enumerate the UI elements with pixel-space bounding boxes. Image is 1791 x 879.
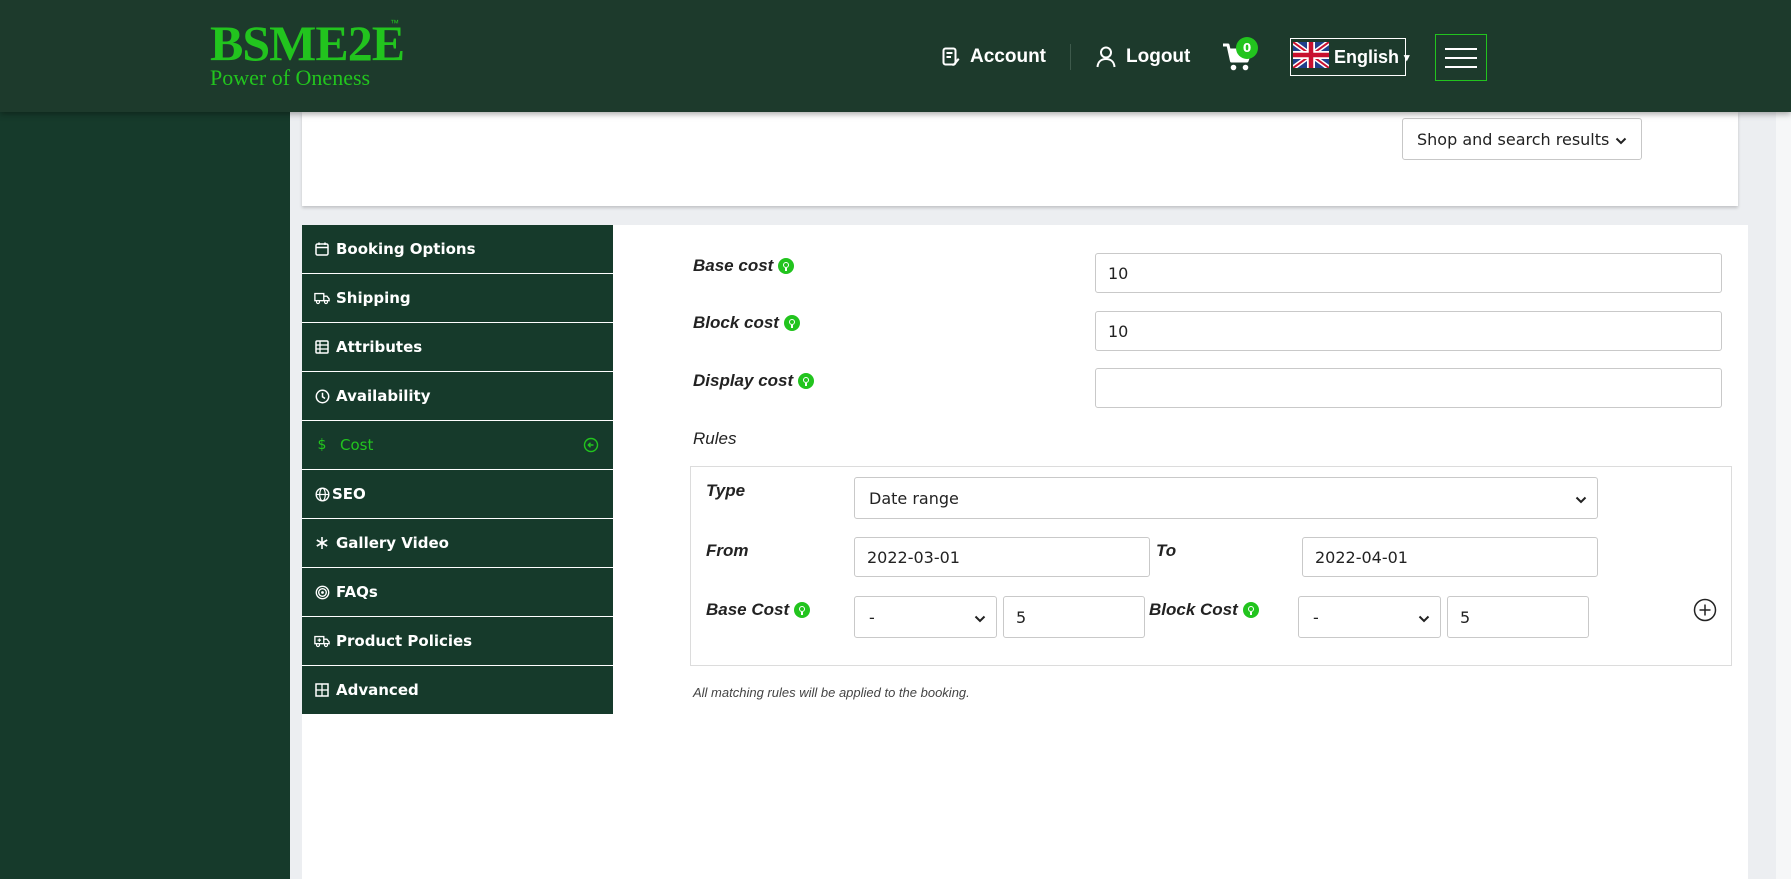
tab-label: Product Policies	[336, 632, 473, 650]
rule-to-label: To	[1156, 541, 1177, 560]
tab-label: Advanced	[336, 681, 419, 699]
arrow-circle-icon	[583, 437, 599, 457]
tab-label: Availability	[336, 387, 431, 405]
help-tip-icon[interactable]	[794, 602, 811, 618]
hamburger-menu-button[interactable]	[1435, 34, 1487, 81]
rule-block-cost-operator-value: -	[1313, 607, 1319, 627]
tab-label: Booking Options	[336, 240, 476, 258]
chevron-down-icon	[1575, 489, 1587, 508]
help-tip-icon[interactable]	[778, 258, 795, 274]
rule-to-date-input[interactable]: 2022-04-01	[1302, 537, 1598, 577]
base-cost-label-text: Base cost	[693, 256, 774, 275]
tab-faqs[interactable]: FAQs	[302, 568, 613, 617]
tab-label: FAQs	[336, 583, 378, 601]
block-cost-label: Block cost	[693, 313, 800, 333]
globe-icon	[314, 486, 330, 502]
rule-from-date-input[interactable]: 2022-03-01	[854, 537, 1150, 577]
header-divider	[1070, 44, 1071, 70]
site-header: BSME2E ™ Power of Oneness Account Logout	[0, 0, 1791, 112]
help-tip-icon[interactable]	[1242, 602, 1259, 618]
account-label: Account	[970, 46, 1046, 67]
block-cost-input[interactable]: 10	[1095, 311, 1722, 351]
tab-seo[interactable]: SEO	[302, 470, 613, 519]
caret-down-icon: ▾	[1404, 51, 1410, 64]
visibility-select[interactable]: Shop and search results	[1402, 118, 1642, 160]
tab-label: Attributes	[336, 338, 423, 356]
dollar-icon: $	[317, 437, 327, 453]
logout-label: Logout	[1126, 46, 1191, 67]
chevron-down-icon	[1418, 608, 1430, 627]
chevron-down-icon	[974, 608, 986, 627]
visibility-select-value: Shop and search results	[1417, 129, 1610, 149]
logo-trademark: ™	[390, 18, 399, 28]
truck-icon	[314, 290, 330, 306]
uk-flag-icon	[1291, 39, 1331, 73]
rule-block-cost-input[interactable]: 5	[1447, 596, 1589, 638]
rule-block-cost-label: Block Cost	[1149, 600, 1259, 620]
site-logo[interactable]: BSME2E ™ Power of Oneness	[210, 18, 410, 98]
menu-line	[1445, 65, 1477, 68]
rules-heading: Rules	[693, 429, 737, 448]
rule-base-cost-operator-value: -	[869, 607, 875, 627]
ambulance-icon	[314, 633, 330, 649]
rule-type-select[interactable]: Date range	[854, 477, 1598, 519]
tab-shipping[interactable]: Shipping	[302, 274, 613, 323]
rule-from-label: From	[706, 541, 749, 560]
product-data-tabs: Booking Options Shipping Attributes Avai…	[302, 225, 613, 715]
rule-block-cost-label-text: Block Cost	[1149, 600, 1238, 619]
base-cost-label: Base cost	[693, 256, 795, 276]
base-cost-input[interactable]: 10	[1095, 253, 1722, 293]
cart-count-badge: 0	[1236, 37, 1258, 59]
logout-link[interactable]: Logout	[1096, 32, 1190, 82]
rule-base-cost-input[interactable]: 5	[1003, 596, 1145, 638]
target-icon	[314, 584, 330, 600]
rule-type-label: Type	[706, 481, 746, 500]
plus-circle-icon	[1693, 598, 1717, 626]
grid-icon	[314, 682, 330, 698]
tab-product-policies[interactable]: Product Policies	[302, 617, 613, 666]
rule-base-cost-label: Base Cost	[706, 600, 811, 620]
tab-label: Cost	[340, 436, 374, 454]
add-rule-button[interactable]	[1693, 598, 1717, 626]
tab-availability[interactable]: Availability	[302, 372, 613, 421]
clock-icon	[314, 388, 330, 404]
tab-label: Gallery Video	[336, 534, 449, 552]
language-selector[interactable]: English ▾	[1290, 38, 1410, 76]
tab-booking-options[interactable]: Booking Options	[302, 225, 613, 274]
tab-label: Shipping	[336, 289, 411, 307]
block-cost-label-text: Block cost	[693, 313, 779, 332]
document-edit-icon	[942, 47, 960, 67]
menu-line	[1445, 56, 1477, 59]
account-link[interactable]: Account	[942, 32, 1046, 82]
display-cost-input[interactable]	[1095, 368, 1722, 408]
tab-advanced[interactable]: Advanced	[302, 666, 613, 715]
user-icon	[1096, 46, 1116, 68]
display-cost-label-text: Display cost	[693, 371, 794, 390]
logo-wordmark: BSME2E	[210, 15, 405, 71]
tab-cost[interactable]: $ Cost	[302, 421, 613, 470]
left-background	[0, 0, 290, 879]
rule-base-cost-operator-select[interactable]: -	[854, 596, 997, 638]
language-label: English	[1334, 46, 1400, 67]
help-tip-icon[interactable]	[783, 315, 800, 331]
help-tip-icon[interactable]	[798, 373, 815, 389]
snowflake-icon	[314, 535, 330, 551]
tab-gallery-video[interactable]: Gallery Video	[302, 519, 613, 568]
calendar-icon	[314, 241, 330, 257]
right-background	[1776, 0, 1791, 879]
tab-label: SEO	[332, 485, 366, 503]
menu-line	[1445, 47, 1477, 50]
rule-block-cost-operator-select[interactable]: -	[1298, 596, 1441, 638]
tab-attributes[interactable]: Attributes	[302, 323, 613, 372]
rule-type-value: Date range	[869, 488, 959, 508]
display-cost-label: Display cost	[693, 371, 815, 391]
rules-note: All matching rules will be applied to th…	[693, 685, 970, 700]
rule-base-cost-label-text: Base Cost	[706, 600, 790, 619]
chevron-down-icon	[1615, 130, 1627, 149]
list-icon	[314, 339, 330, 355]
